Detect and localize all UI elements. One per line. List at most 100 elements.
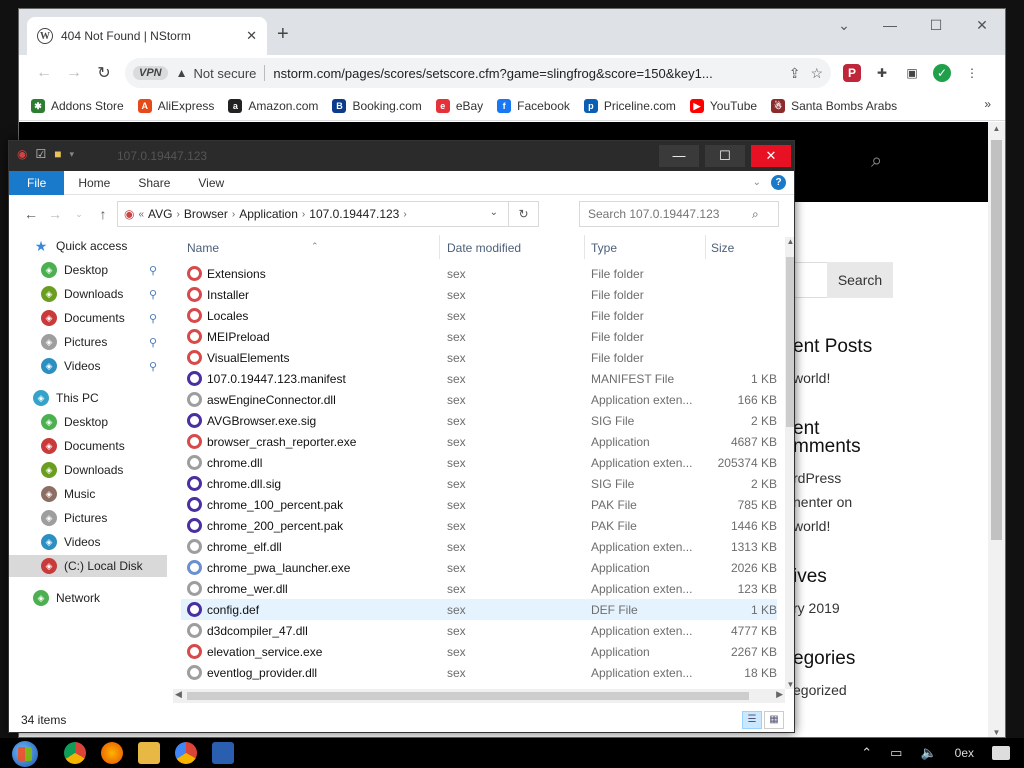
tab-view[interactable]: View (184, 171, 238, 195)
back-icon[interactable]: ← (19, 206, 43, 222)
nav-pc-desktop[interactable]: ◈ Desktop (9, 411, 167, 433)
explorer-app-icon[interactable]: ◉ (17, 147, 27, 161)
expand-ribbon-icon[interactable]: ⌄ (753, 177, 761, 188)
chrome-canary-icon[interactable] (175, 742, 197, 764)
file-list-scrollbar[interactable]: ▲ ▼ (785, 237, 794, 689)
chevron-right-icon[interactable]: › (403, 209, 406, 220)
bookmark-item[interactable]: ☃ Santa Bombs Arabs (771, 98, 897, 113)
table-row[interactable]: chrome_wer.dll sex Application exten... 123… (181, 578, 777, 599)
nav-qa-pictures[interactable]: ◈ Pictures ⚲ (9, 331, 167, 353)
bookmark-item[interactable]: A AliExpress (137, 98, 214, 113)
not-secure-label[interactable]: Not secure (194, 66, 257, 81)
bookmark-star-icon[interactable]: ☆ (810, 65, 823, 82)
close-button[interactable]: ✕ (751, 145, 791, 167)
scroll-down-icon[interactable]: ▼ (988, 728, 1005, 737)
scroll-up-icon[interactable]: ▲ (785, 237, 794, 246)
scroll-right-icon[interactable]: ▶ (776, 689, 783, 700)
powershell-icon[interactable] (212, 742, 234, 764)
column-divider[interactable] (705, 235, 706, 259)
forward-icon[interactable]: → (43, 206, 67, 222)
details-view-icon[interactable]: ☰ (742, 711, 762, 729)
maximize-button[interactable]: ☐ (705, 145, 745, 167)
scroll-left-icon[interactable]: ◀ (175, 689, 182, 700)
url-text[interactable]: nstorm.com/pages/scores/setscore.cfm?gam… (273, 66, 778, 81)
bookmark-item[interactable]: f Facebook (497, 98, 570, 113)
volume-icon[interactable]: 🔈 (920, 745, 936, 761)
minimize-button[interactable]: — (867, 9, 913, 41)
up-icon[interactable]: ↑ (91, 206, 115, 222)
bookmark-item[interactable]: p Priceline.com (583, 98, 676, 113)
search-box[interactable]: ⌕ (579, 201, 779, 227)
share-icon[interactable]: ⇪ (789, 65, 801, 82)
nav-qa-desktop[interactable]: ◈ Desktop ⚲ (9, 259, 167, 281)
scroll-thumb[interactable] (786, 257, 794, 427)
close-tab-icon[interactable]: ✕ (246, 28, 257, 44)
table-row[interactable]: Locales sex File folder (181, 305, 777, 326)
tab-share[interactable]: Share (124, 171, 184, 195)
close-button[interactable]: ✕ (959, 9, 1005, 41)
archive-link[interactable]: ry 2019 (793, 600, 840, 616)
firefox-icon[interactable] (101, 742, 123, 764)
address-dropdown-icon[interactable]: ⌄ (490, 207, 498, 218)
table-row[interactable]: chrome.dll.sig sex SIG File 2 KB (181, 473, 777, 494)
search-icon[interactable]: ⌕ (871, 150, 882, 173)
nav-quick-access[interactable]: ★ Quick access (9, 235, 167, 257)
page-scrollbar[interactable]: ▲ ▼ (988, 122, 1005, 737)
column-type[interactable]: Type (591, 241, 617, 255)
breadcrumb-item[interactable]: 107.0.19447.123 (309, 207, 399, 221)
reload-icon[interactable]: ↻ (89, 63, 119, 83)
table-row[interactable]: Installer sex File folder (181, 284, 777, 305)
warning-icon[interactable]: ▲ (176, 66, 188, 80)
network-icon[interactable]: ▭ (890, 745, 902, 761)
vpn-badge[interactable]: VPN (133, 66, 168, 80)
tab-home[interactable]: Home (64, 171, 124, 195)
table-row[interactable]: AVGBrowser.exe.sig sex SIG File 2 KB (181, 410, 777, 431)
column-size[interactable]: Size (711, 241, 734, 255)
extension-p-icon[interactable]: P (843, 64, 861, 82)
nav-qa-documents[interactable]: ◈ Documents ⚲ (9, 307, 167, 329)
table-row[interactable]: MEIPreload sex File folder (181, 326, 777, 347)
breadcrumb-item[interactable]: AVG (148, 207, 172, 221)
address-bar[interactable]: ◉ « AVG › Browser › Application › 107.0.… (117, 201, 539, 227)
bookmark-item[interactable]: ✱ Addons Store (31, 98, 124, 113)
breadcrumb-item[interactable]: Browser (184, 207, 228, 221)
comment-text[interactable]: rdPress (793, 470, 841, 486)
bookmark-item[interactable]: e eBay (435, 98, 483, 113)
table-row[interactable]: chrome.dll sex Application exten... 205374 … (181, 452, 777, 473)
start-button[interactable] (6, 739, 46, 767)
table-row[interactable]: VisualElements sex File folder (181, 347, 777, 368)
table-row[interactable]: aswEngineConnector.dll sex Application ext… (181, 389, 777, 410)
table-row[interactable]: chrome_200_percent.pak sex PAK File 1446 KB (181, 515, 777, 536)
file-explorer-icon[interactable] (138, 742, 160, 764)
overflow-icon[interactable]: « (138, 209, 144, 220)
nav-qa-downloads[interactable]: ◈ Downloads ⚲ (9, 283, 167, 305)
search-icon[interactable]: ⌕ (752, 207, 759, 222)
forward-icon[interactable]: → (59, 64, 89, 82)
table-row[interactable]: d3dcompiler_47.dll sex Application exten..… (181, 620, 777, 641)
address-bar[interactable]: VPN ▲ Not secure nstorm.com/pages/scores… (125, 58, 831, 88)
chevron-right-icon[interactable]: › (232, 209, 235, 220)
show-hidden-icons-icon[interactable]: ⌃ (861, 745, 872, 761)
side-panel-icon[interactable]: ▣ (903, 64, 921, 82)
back-icon[interactable]: ← (29, 64, 59, 82)
nav-pc-documents[interactable]: ◈ Documents (9, 435, 167, 457)
bookmark-item[interactable]: a Amazon.com (228, 98, 318, 113)
column-date[interactable]: Date modified (447, 241, 521, 255)
search-input[interactable] (588, 207, 752, 221)
more-bookmarks-icon[interactable]: » (984, 97, 991, 111)
recent-locations-icon[interactable]: ⌄ (67, 209, 91, 220)
minimize-button[interactable]: — (659, 145, 699, 167)
column-divider[interactable] (439, 235, 440, 259)
menu-dots-icon[interactable]: ⋮ (963, 64, 981, 82)
shield-icon[interactable]: ✓ (933, 64, 951, 82)
nav-pc-videos[interactable]: ◈ Videos (9, 531, 167, 553)
column-divider[interactable] (584, 235, 585, 259)
extensions-puzzle-icon[interactable]: ✚ (873, 64, 891, 82)
help-icon[interactable]: ? (771, 175, 786, 190)
scroll-up-icon[interactable]: ▲ (988, 124, 1005, 133)
table-row[interactable]: browser_crash_reporter.exe sex Application… (181, 431, 777, 452)
nav-local-disk[interactable]: ◈ (C:) Local Disk (9, 555, 167, 577)
site-search-button[interactable]: Search (827, 262, 893, 298)
tab-file[interactable]: File (9, 170, 65, 195)
chevron-right-icon[interactable]: › (302, 209, 305, 220)
